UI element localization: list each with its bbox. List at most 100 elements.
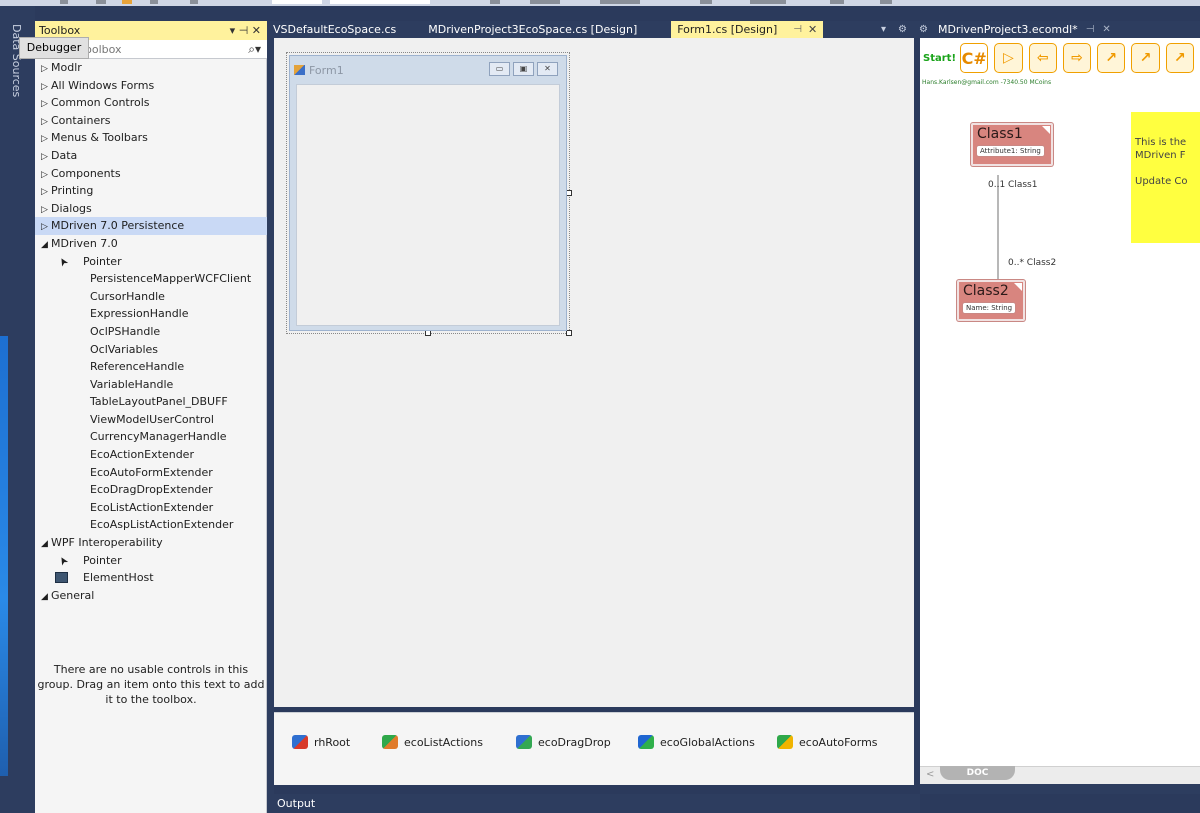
toolbox-group[interactable]: ◢ General — [35, 587, 267, 605]
tab-model-file[interactable]: MDrivenProject3.ecomdl* — [938, 23, 1078, 36]
form1-client-area[interactable] — [296, 84, 560, 326]
toolbox-item[interactable]: EcoActionExtender — [35, 446, 267, 464]
association-role-bottom[interactable]: 0..* Class2 — [1008, 258, 1056, 268]
settings-icon[interactable]: ⚙ — [892, 21, 913, 38]
toolbox-item-label: OclPSHandle — [90, 324, 161, 338]
tray-component-label: ecoAutoForms — [799, 735, 878, 749]
collapse-arrow-icon[interactable]: ◢ — [41, 589, 51, 607]
toolbox-item[interactable]: ➤ Pointer — [35, 552, 267, 570]
tab-overflow-icon[interactable]: ▾ — [875, 21, 892, 38]
class-attribute[interactable]: Attribute1: String — [976, 145, 1045, 157]
toolbox-group[interactable]: ◢ WPF Interoperability — [35, 534, 267, 552]
settings-icon[interactable]: ⚙ — [919, 24, 928, 35]
toolbox-item[interactable]: EcoDragDropExtender — [35, 481, 267, 499]
close-icon: ✕ — [537, 62, 558, 76]
arrow-right-icon[interactable]: ⇨ — [1062, 43, 1092, 73]
play-icon[interactable]: ▷ — [994, 43, 1023, 73]
element-host-icon — [55, 572, 68, 584]
form1-window[interactable]: Form1 ▭ ▣ ✕ — [289, 55, 567, 331]
toolbox-item[interactable]: ReferenceHandle — [35, 358, 267, 376]
toolbox-item[interactable]: OclPSHandle — [35, 323, 267, 341]
tab-document[interactable]: VSDefaultEcoSpace.cs — [267, 21, 402, 38]
pin-icon[interactable]: ⊣ — [793, 24, 802, 35]
tray-component[interactable]: ecoGlobalActions — [638, 733, 755, 751]
toolbox-item-label: ReferenceHandle — [90, 360, 185, 374]
toolbox-item-label: MDriven 7.0 — [51, 236, 118, 250]
toolbox-item-label: ElementHost — [83, 571, 154, 585]
toolbox-item-label: PersistenceMapperWCFClient — [90, 272, 252, 286]
toolbox-group[interactable]: ▷ Modlr — [35, 59, 267, 77]
output-tab[interactable]: Output — [267, 794, 920, 813]
scroll-left-icon[interactable]: < — [926, 769, 934, 780]
root-handle-icon — [292, 735, 308, 749]
model-tab-bar: ⚙ MDrivenProject3.ecomdl* ⊣ ✕ — [913, 21, 1200, 38]
debugger-button[interactable]: Debugger — [19, 37, 89, 59]
toolbox-item[interactable]: OclVariables — [35, 341, 267, 359]
yellow-note[interactable]: This is the MDriven F Update Co — [1131, 112, 1200, 243]
toolbox-item[interactable]: ➤ Pointer — [35, 253, 267, 271]
arrow-up-right-icon[interactable]: ↗ — [1097, 43, 1126, 73]
note-line — [1135, 162, 1200, 175]
top-toolbar-strip — [0, 0, 1200, 6]
toolbox-item[interactable]: CursorHandle — [35, 288, 267, 306]
data-sources-tab[interactable]: Data Sources — [10, 24, 24, 97]
tray-component-label: ecoGlobalActions — [660, 735, 755, 749]
tab-document[interactable]: Form1.cs [Design] ⊣ ✕ — [671, 21, 824, 38]
association-role-top[interactable]: 0..1 Class1 — [988, 180, 1037, 190]
association-line[interactable] — [997, 175, 999, 281]
toolbox-group[interactable]: ▷ Components — [35, 165, 267, 183]
arrow-up-right-outline-icon[interactable]: ↗ — [1131, 43, 1160, 73]
doc-tab[interactable]: DOC — [940, 766, 1015, 780]
uml-class-class2[interactable]: Class2 Name: String — [957, 280, 1025, 321]
toolbox-item[interactable]: CurrencyManagerHandle — [35, 428, 267, 446]
data-sources-strip: Data Sources — [0, 6, 35, 813]
toolbox-group[interactable]: ◢ MDriven 7.0 — [35, 235, 267, 253]
toolbox-item[interactable]: VariableHandle — [35, 376, 267, 394]
note-line: This is the — [1135, 137, 1187, 148]
model-toolbar: Start! C# ▷ ⇦ ⇨ ↗ ↗ ↗ — [920, 42, 1200, 74]
close-icon[interactable]: ✕ — [1102, 24, 1110, 35]
uml-class-class1[interactable]: Class1 Attribute1: String — [971, 123, 1053, 166]
toolbox-item[interactable]: EcoListActionExtender — [35, 499, 267, 517]
toolbox-group[interactable]: ▷ Menus & Toolbars — [35, 129, 267, 147]
tab-document[interactable]: MDrivenProject3EcoSpace.cs [Design] — [422, 21, 643, 38]
toolbox-item-label: Components — [51, 166, 121, 180]
pointer-icon: ➤ — [55, 553, 72, 568]
toolbox-group[interactable]: ▷ All Windows Forms — [35, 77, 267, 95]
toolbox-item[interactable]: ExpressionHandle — [35, 305, 267, 323]
user-info: Hans.Karlsen@gmail.com -7340.50 MCoins — [922, 79, 1052, 86]
tab-bar-spacer — [823, 21, 875, 38]
toolbox-group[interactable]: ▷ Printing — [35, 182, 267, 200]
arrow-left-icon[interactable]: ⇦ — [1028, 43, 1057, 73]
toolbox-group[interactable]: ▷ Dialogs — [35, 200, 267, 218]
center-gutter — [267, 38, 274, 794]
toolbox-group[interactable]: ▷ MDriven 7.0 Persistence — [35, 217, 267, 235]
toolbox-item[interactable]: PersistenceMapperWCFClient — [35, 270, 267, 288]
toolbox-group[interactable]: ▷ Common Controls — [35, 94, 267, 112]
toolbox-item[interactable]: ViewModelUserControl — [35, 411, 267, 429]
pin-icon[interactable]: ⊣ — [1086, 24, 1095, 35]
toolbox-item[interactable]: EcoAspListActionExtender — [35, 516, 267, 534]
toolbox-item-label: VariableHandle — [90, 377, 174, 391]
tray-component[interactable]: rhRoot — [292, 733, 350, 751]
start-label[interactable]: Start! — [923, 53, 956, 64]
desktop-background-edge — [0, 336, 8, 776]
toolbox-window-controls[interactable]: ▾ ⊣ ✕ — [230, 24, 261, 37]
arrow-dashed-icon[interactable]: ↗ — [1165, 43, 1194, 73]
toolbox-item[interactable]: TableLayoutPanel_DBUFF — [35, 393, 267, 411]
tray-component[interactable]: ecoAutoForms — [777, 733, 878, 751]
tray-component[interactable]: ecoDragDrop — [516, 733, 611, 751]
toolbox-empty-message[interactable]: There are no usable controls in this gro… — [35, 662, 267, 707]
toolbox-item[interactable]: ElementHost — [35, 569, 267, 587]
toolbox-group[interactable]: ▷ Data — [35, 147, 267, 165]
pointer-icon: ➤ — [55, 254, 72, 269]
toolbox-item-label: WPF Interoperability — [51, 536, 163, 550]
toolbox-item[interactable]: EcoAutoFormExtender — [35, 464, 267, 482]
toolbox-group[interactable]: ▷ Containers — [35, 112, 267, 130]
class-attribute[interactable]: Name: String — [962, 302, 1017, 314]
document-tab-bar: VSDefaultEcoSpace.cs MDrivenProject3EcoSp… — [267, 21, 913, 38]
tray-component[interactable]: ecoListActions — [382, 733, 483, 751]
search-icon[interactable]: ⌕▾ — [248, 42, 261, 57]
close-icon[interactable]: ✕ — [808, 23, 817, 36]
csharp-icon[interactable]: C# — [960, 43, 989, 73]
